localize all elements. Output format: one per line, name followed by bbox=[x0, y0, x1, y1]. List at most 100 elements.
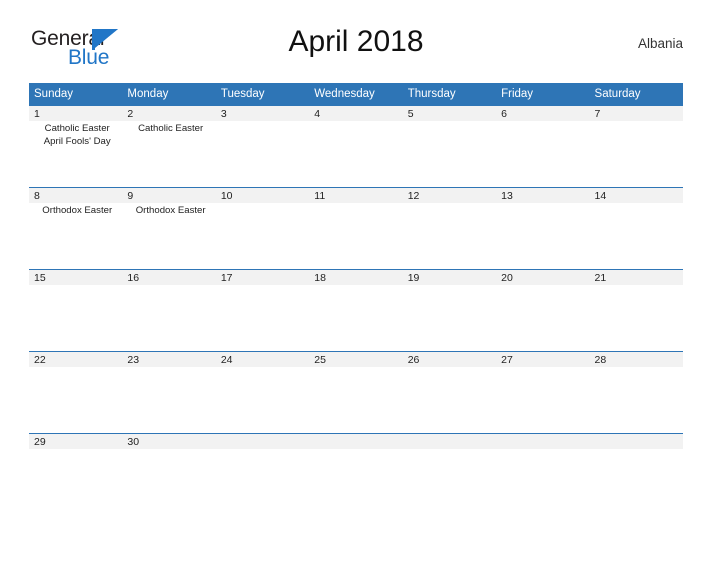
day-number: 11 bbox=[314, 190, 326, 202]
calendar-week-row: 15 16 17 18 19 20 21 bbox=[29, 269, 683, 352]
calendar-header-row: Sunday Monday Tuesday Wednesday Thursday… bbox=[29, 83, 683, 106]
day-events bbox=[403, 203, 496, 269]
day-number-band: 9 bbox=[122, 188, 216, 203]
day-number-band: 11 bbox=[309, 188, 403, 203]
calendar-day-cell[interactable]: 14 bbox=[589, 187, 683, 270]
day-number-band: 28 bbox=[589, 352, 683, 367]
weekday-header-friday: Friday bbox=[496, 83, 590, 106]
calendar-day-cell[interactable]: 24 bbox=[215, 351, 310, 434]
calendar-day-cell[interactable]: 21 bbox=[589, 269, 683, 352]
day-events bbox=[496, 203, 589, 269]
day-number: 13 bbox=[501, 190, 513, 202]
day-number-band: 30 bbox=[122, 434, 216, 449]
day-number-band: 23 bbox=[122, 352, 216, 367]
calendar-day-cell[interactable]: 22 bbox=[29, 351, 123, 434]
calendar-day-cell[interactable]: 16 bbox=[122, 269, 216, 352]
calendar-day-cell[interactable] bbox=[589, 433, 683, 459]
calendar-day-cell[interactable]: 28 bbox=[589, 351, 683, 434]
day-number: 24 bbox=[220, 354, 233, 366]
day-number: 14 bbox=[594, 190, 607, 202]
day-number-band: 10 bbox=[215, 188, 310, 203]
calendar-day-cell[interactable]: 3 bbox=[215, 105, 310, 188]
day-number-band: 3 bbox=[215, 106, 310, 121]
calendar-day-cell[interactable]: 29 bbox=[29, 433, 123, 459]
region-label: Albania bbox=[637, 36, 683, 51]
calendar-day-cell[interactable]: 9 Orthodox Easter bbox=[122, 187, 216, 270]
day-number: 18 bbox=[314, 272, 326, 284]
day-number-band: 12 bbox=[402, 188, 497, 203]
day-number-band: 2 bbox=[122, 106, 216, 121]
weekday-header-wednesday: Wednesday bbox=[309, 83, 403, 106]
day-number-band: 1 bbox=[29, 106, 123, 121]
day-events bbox=[216, 449, 309, 459]
day-number-band: 19 bbox=[402, 270, 497, 285]
calendar-day-cell[interactable]: 26 bbox=[402, 351, 497, 434]
calendar-day-cell[interactable] bbox=[215, 433, 310, 459]
day-number: 16 bbox=[127, 272, 140, 284]
day-events bbox=[496, 367, 589, 433]
calendar-day-cell[interactable]: 5 bbox=[402, 105, 497, 188]
day-number-band: 4 bbox=[309, 106, 403, 121]
calendar-day-cell[interactable] bbox=[496, 433, 590, 459]
day-number: 9 bbox=[127, 190, 134, 202]
calendar-day-cell[interactable]: 2 Catholic Easter bbox=[122, 105, 216, 188]
calendar-day-cell[interactable]: 10 bbox=[215, 187, 310, 270]
day-number: 17 bbox=[220, 272, 233, 284]
day-number-band: 8 bbox=[29, 188, 123, 203]
day-events bbox=[216, 203, 309, 269]
day-number bbox=[496, 434, 589, 450]
calendar-week-row: 8 Orthodox Easter 9 Orthodox Easter 10 11 12 13… bbox=[29, 187, 683, 270]
day-events: Orthodox Easter bbox=[122, 203, 215, 269]
day-events: Catholic Easter April Fools' Day bbox=[29, 121, 122, 187]
day-number: 27 bbox=[501, 354, 513, 366]
day-number bbox=[216, 434, 309, 450]
day-events bbox=[29, 449, 122, 459]
day-number: 22 bbox=[34, 354, 46, 366]
calendar-day-cell[interactable]: 1 Catholic Easter April Fools' Day bbox=[29, 105, 123, 188]
calendar-day-cell[interactable]: 15 bbox=[29, 269, 123, 352]
day-number: 10 bbox=[220, 190, 233, 202]
day-number bbox=[590, 434, 683, 450]
weekday-header-saturday: Saturday bbox=[589, 83, 683, 106]
day-number: 25 bbox=[314, 354, 326, 366]
day-number-band: 6 bbox=[496, 106, 590, 121]
day-number-band: 21 bbox=[589, 270, 683, 285]
calendar-day-cell[interactable]: 30 bbox=[122, 433, 216, 459]
day-number: 6 bbox=[501, 108, 507, 120]
day-number-band: 20 bbox=[496, 270, 590, 285]
calendar-week-row: 1 Catholic Easter April Fools' Day 2 Catholi… bbox=[29, 105, 683, 188]
day-number: 2 bbox=[127, 108, 134, 120]
day-number-band: 24 bbox=[215, 352, 310, 367]
day-number bbox=[309, 434, 402, 450]
calendar-day-cell[interactable]: 18 bbox=[309, 269, 403, 352]
day-number-band bbox=[402, 434, 497, 449]
calendar-day-cell[interactable]: 8 Orthodox Easter bbox=[29, 187, 123, 270]
day-events bbox=[309, 203, 402, 269]
day-events bbox=[403, 367, 496, 433]
weekday-header-thursday: Thursday bbox=[402, 83, 497, 106]
day-number-band: 16 bbox=[122, 270, 216, 285]
day-number: 30 bbox=[127, 436, 140, 448]
calendar-day-cell[interactable]: 13 bbox=[496, 187, 590, 270]
day-events bbox=[122, 285, 215, 351]
day-number-band: 13 bbox=[496, 188, 590, 203]
calendar-day-cell[interactable]: 20 bbox=[496, 269, 590, 352]
calendar-day-cell[interactable] bbox=[402, 433, 497, 459]
calendar-day-cell[interactable]: 6 bbox=[496, 105, 590, 188]
calendar-day-cell[interactable]: 23 bbox=[122, 351, 216, 434]
calendar-day-cell[interactable]: 25 bbox=[309, 351, 403, 434]
calendar-day-cell[interactable]: 12 bbox=[402, 187, 497, 270]
day-events bbox=[496, 449, 589, 459]
calendar-day-cell[interactable]: 19 bbox=[402, 269, 497, 352]
calendar-day-cell[interactable] bbox=[309, 433, 403, 459]
event-label: Orthodox Easter bbox=[135, 205, 206, 216]
day-events bbox=[309, 367, 402, 433]
calendar-day-cell[interactable]: 4 bbox=[309, 105, 403, 188]
calendar-day-cell[interactable]: 11 bbox=[309, 187, 403, 270]
day-events bbox=[29, 285, 122, 351]
calendar-day-cell[interactable]: 7 bbox=[589, 105, 683, 188]
day-number-band: 5 bbox=[402, 106, 497, 121]
calendar-day-cell[interactable]: 27 bbox=[496, 351, 590, 434]
day-number-band: 26 bbox=[402, 352, 497, 367]
calendar-day-cell[interactable]: 17 bbox=[215, 269, 310, 352]
